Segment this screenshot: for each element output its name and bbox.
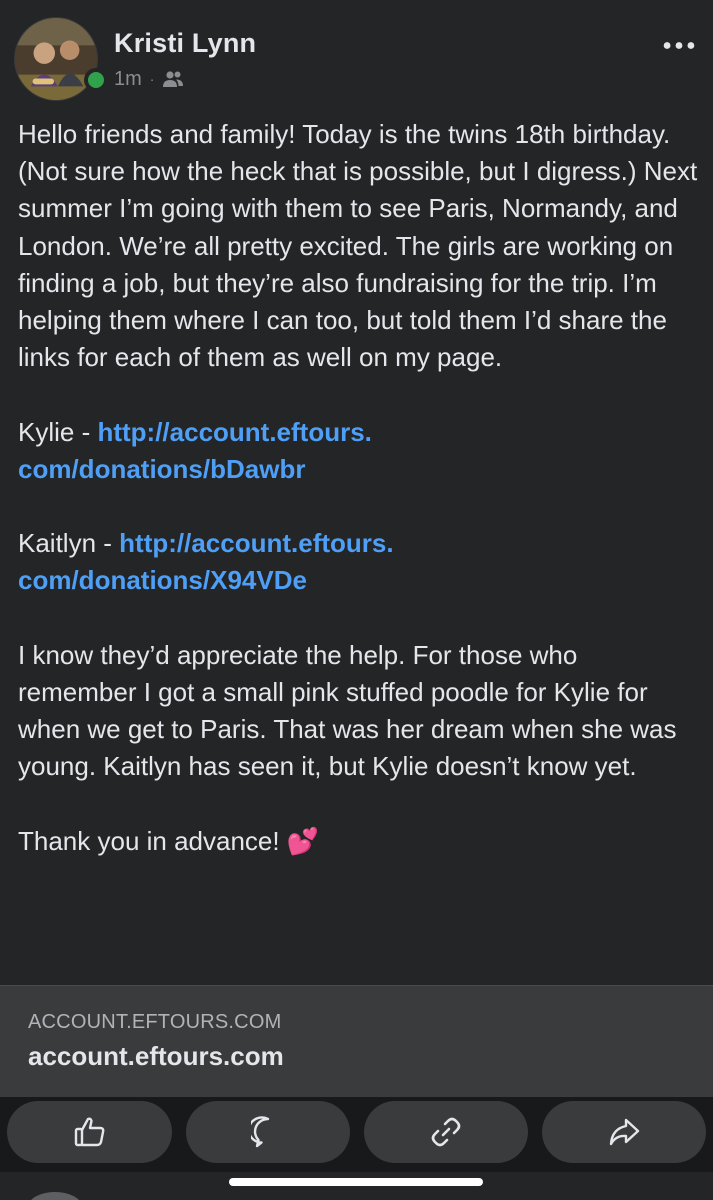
share-icon	[609, 1118, 640, 1146]
post-header: Kristi Lynn 1m ·	[0, 0, 713, 110]
post-time[interactable]: 1m	[114, 68, 142, 91]
two-hearts-emoji: 💕	[286, 825, 320, 856]
share-button[interactable]	[542, 1101, 706, 1163]
post-paragraph-poodle: I know they’d appreciate the help. For t…	[18, 639, 677, 782]
link-icon	[431, 1117, 461, 1147]
home-indicator[interactable]	[229, 1178, 483, 1186]
thumbs-up-icon	[74, 1117, 104, 1147]
like-button[interactable]	[7, 1101, 172, 1163]
post-paragraph-intro: Hello friends and family! Today is the t…	[18, 119, 698, 373]
link-preview-domain: ACCOUNT.EFTOURS.COM	[28, 1011, 282, 1033]
meta-separator: ·	[149, 71, 155, 87]
post-meta: 1m ·	[114, 66, 184, 92]
friends-icon[interactable]	[162, 70, 184, 88]
comment-button[interactable]	[186, 1101, 350, 1163]
post-paragraph-thanks: Thank you in advance! 💕	[18, 823, 698, 860]
kylie-link-part-1[interactable]: http://account.eftours.	[97, 417, 371, 447]
post-action-bar	[0, 1097, 713, 1172]
link-preview-title: account.eftours.com	[28, 1041, 284, 1071]
kaitlyn-link-part-2[interactable]: com/donations/X94VDe	[18, 565, 307, 595]
copy-link-button[interactable]	[364, 1101, 528, 1163]
next-post-strip	[0, 1172, 713, 1200]
facebook-post: Kristi Lynn 1m · Hello friends and famil…	[0, 0, 713, 1200]
more-options-button[interactable]	[659, 30, 699, 60]
comment-icon	[251, 1116, 270, 1148]
link-preview-card[interactable]: ACCOUNT.EFTOURS.COM account.eftours.com	[0, 985, 713, 1097]
author-name[interactable]: Kristi Lynn	[114, 28, 256, 59]
avatar[interactable]	[14, 17, 98, 101]
kaitlyn-link-part-1[interactable]: http://account.eftours.	[119, 528, 393, 558]
online-status-dot	[84, 68, 108, 92]
kylie-label: Kylie -	[18, 416, 98, 447]
kylie-link-part-2[interactable]: com/donations/bDawbr	[18, 454, 305, 484]
kaitlyn-line: Kaitlyn - http://account.eftours. com/don…	[18, 525, 698, 599]
kylie-line: Kylie - http://account.eftours. com/donat…	[18, 414, 698, 488]
more-dots-icon	[663, 41, 695, 49]
thanks-text: Thank you in advance!	[18, 825, 280, 856]
post-text: Hello friends and family! Today is the t…	[18, 116, 698, 860]
avatar-photo-icon	[15, 18, 97, 100]
kaitlyn-label: Kaitlyn -	[18, 528, 120, 559]
